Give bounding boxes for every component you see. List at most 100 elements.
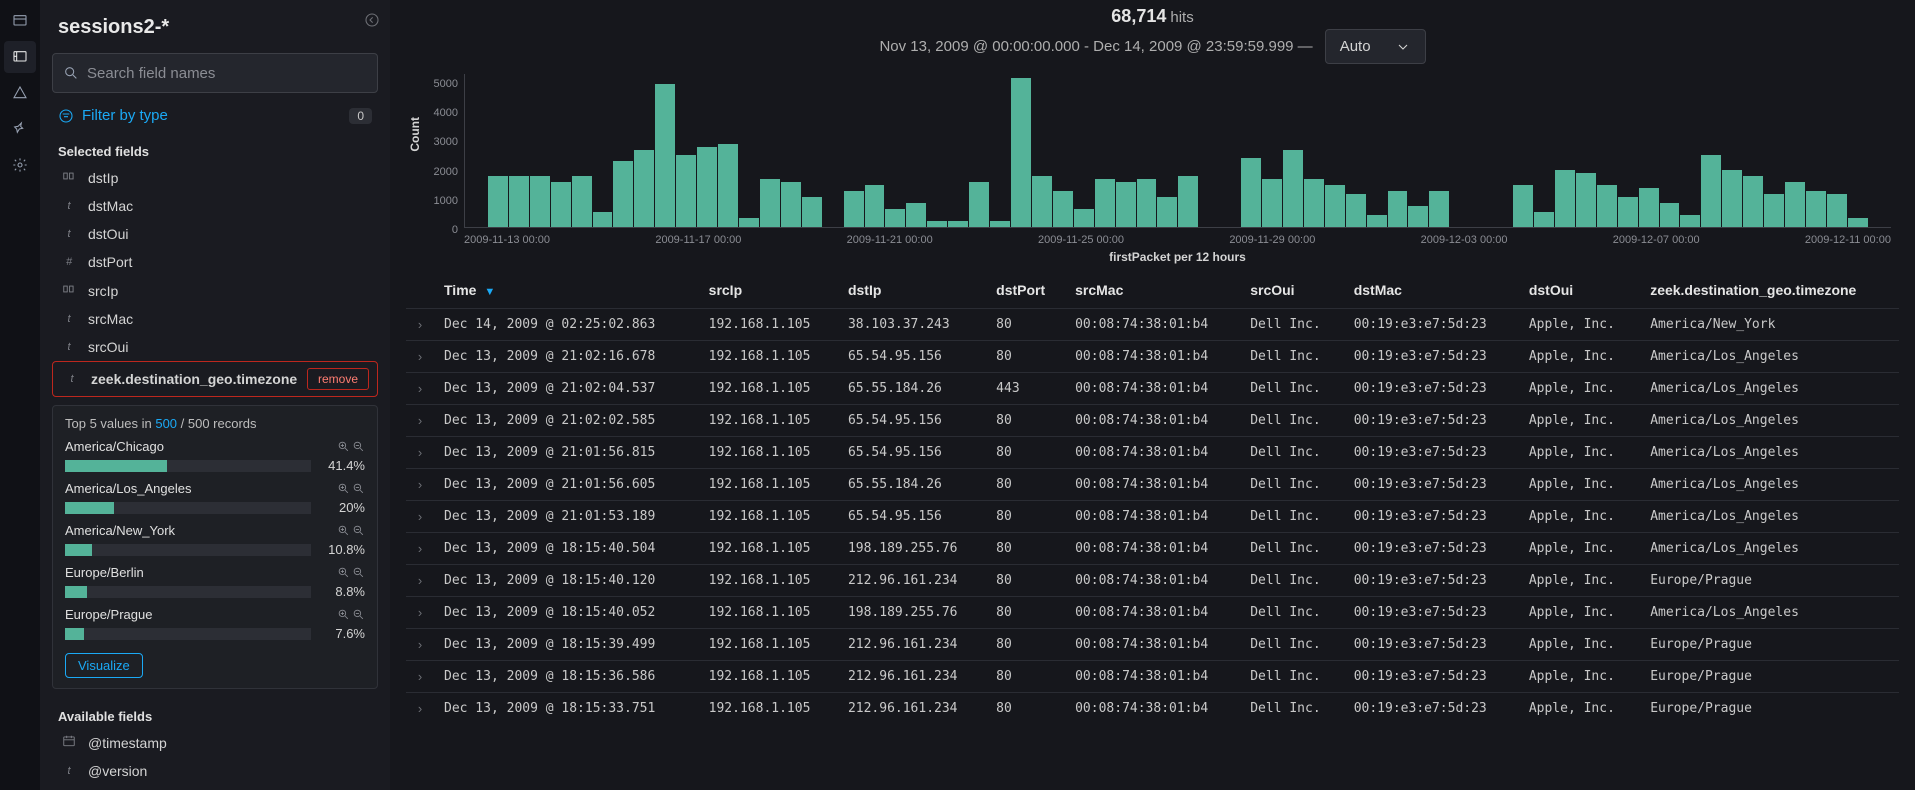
histogram-bar[interactable] [551,182,571,227]
histogram-bar[interactable] [1597,185,1617,227]
histogram-bar[interactable] [1785,182,1805,227]
histogram-bar[interactable] [1304,179,1324,227]
histogram-bar[interactable] [1764,194,1784,227]
search-fields-input-wrap[interactable] [52,53,378,93]
histogram-chart[interactable]: Count500040003000200010000 2009-11-13 00… [414,74,1891,264]
histogram-bar[interactable] [1660,203,1680,227]
column-header-dstMac[interactable]: dstMac [1344,272,1519,309]
histogram-bar[interactable] [927,221,947,227]
histogram-bar[interactable] [1680,215,1700,227]
expand-row-caret[interactable]: › [406,341,434,373]
histogram-bar[interactable] [1095,179,1115,227]
field-item-dstOui[interactable]: t dstOui [52,220,378,248]
histogram-bar[interactable] [1429,191,1449,227]
histogram-bar[interactable] [760,179,780,227]
histogram-bar[interactable] [1576,173,1596,227]
histogram-bar[interactable] [697,147,717,227]
expand-row-caret[interactable]: › [406,309,434,341]
expand-row-caret[interactable]: › [406,533,434,565]
column-header-srcMac[interactable]: srcMac [1065,272,1240,309]
column-header-Time[interactable]: Time ▼ [434,272,699,309]
expand-row-caret[interactable]: › [406,501,434,533]
expand-row-caret[interactable]: › [406,629,434,661]
histogram-bar[interactable] [1032,176,1052,227]
field-item--version[interactable]: t@version [52,757,378,785]
column-header-srcIp[interactable]: srcIp [699,272,838,309]
nav-icon-dashboard[interactable] [4,5,36,37]
expand-row-caret[interactable]: › [406,405,434,437]
column-header-zeek-destination_geo-timezone[interactable]: zeek.destination_geo.timezone [1640,272,1899,309]
filter-in-out-icons[interactable] [337,440,365,453]
histogram-bar[interactable] [1722,170,1742,227]
filter-in-out-icons[interactable] [337,524,365,537]
column-header-srcOui[interactable]: srcOui [1240,272,1343,309]
expand-row-caret[interactable]: › [406,597,434,629]
histogram-bar[interactable] [739,218,759,227]
histogram-bar[interactable] [844,191,864,227]
histogram-bar[interactable] [802,197,822,227]
histogram-bar[interactable] [634,150,654,227]
field-item-zeek-destination_geo-timezone[interactable]: t zeek.destination_geo.timezoneremove [52,361,378,397]
histogram-bar[interactable] [1367,215,1387,227]
field-item-dstPort[interactable]: # dstPort [52,248,378,276]
histogram-bar[interactable] [1011,78,1031,227]
histogram-bar[interactable] [1178,176,1198,227]
histogram-bar[interactable] [885,209,905,227]
expand-row-caret[interactable]: › [406,437,434,469]
histogram-bar[interactable] [488,176,508,227]
histogram-bar[interactable] [948,221,968,227]
expand-row-caret[interactable]: › [406,565,434,597]
histogram-bar[interactable] [1743,176,1763,227]
column-header-dstPort[interactable]: dstPort [986,272,1065,309]
histogram-bar[interactable] [1157,197,1177,227]
histogram-bar[interactable] [1241,158,1261,227]
collapse-sidebar-icon[interactable] [364,12,380,31]
histogram-bar[interactable] [781,182,801,227]
histogram-bar[interactable] [1848,218,1868,227]
histogram-bar[interactable] [1053,191,1073,227]
nav-icon-discover[interactable] [4,41,36,73]
field-item-dstMac[interactable]: t dstMac [52,192,378,220]
histogram-bar[interactable] [593,212,613,227]
histogram-bar[interactable] [1827,194,1847,227]
histogram-bar[interactable] [969,182,989,227]
search-fields-input[interactable] [87,65,367,82]
histogram-bar[interactable] [1388,191,1408,227]
expand-row-caret[interactable]: › [406,373,434,405]
histogram-bar[interactable] [572,176,592,227]
histogram-bar[interactable] [1639,188,1659,227]
histogram-bar[interactable] [509,176,529,227]
expand-row-caret[interactable]: › [406,469,434,501]
histogram-bar[interactable] [1325,185,1345,227]
histogram-bar[interactable] [613,161,633,227]
histogram-bar[interactable] [990,221,1010,227]
filter-in-out-icons[interactable] [337,608,365,621]
field-item-srcIp[interactable]: srcIp [52,276,378,305]
field-item-srcOui[interactable]: t srcOui [52,333,378,361]
index-pattern-title[interactable]: sessions2-* [52,16,378,39]
histogram-bar[interactable] [530,176,550,227]
nav-icon-settings[interactable] [4,149,36,181]
histogram-bar[interactable] [1555,170,1575,227]
histogram-bar[interactable] [1283,150,1303,227]
histogram-bar[interactable] [1346,194,1366,227]
filter-in-out-icons[interactable] [337,566,365,579]
histogram-bar[interactable] [1262,179,1282,227]
filter-by-type[interactable]: Filter by type [58,107,168,124]
histogram-bar[interactable] [865,185,885,227]
filter-in-out-icons[interactable] [337,482,365,495]
expand-row-caret[interactable]: › [406,693,434,725]
column-header-dstIp[interactable]: dstIp [838,272,986,309]
interval-dropdown[interactable]: Auto [1325,29,1426,64]
histogram-bar[interactable] [676,155,696,227]
field-item-srcMac[interactable]: t srcMac [52,305,378,333]
histogram-bar[interactable] [655,84,675,227]
histogram-bar[interactable] [906,203,926,227]
nav-icon-alerts[interactable] [4,77,36,109]
histogram-bar[interactable] [1618,197,1638,227]
histogram-bar[interactable] [718,144,738,227]
column-header-dstOui[interactable]: dstOui [1519,272,1640,309]
histogram-bar[interactable] [1137,179,1157,227]
histogram-bar[interactable] [1116,182,1136,227]
expand-row-caret[interactable]: › [406,661,434,693]
